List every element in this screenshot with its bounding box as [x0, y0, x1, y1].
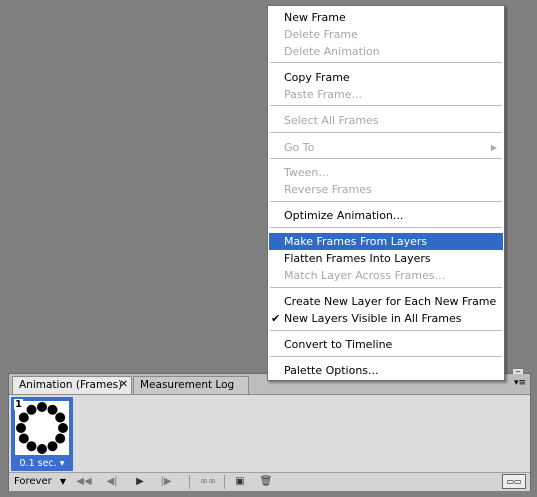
- menu-separator: [270, 158, 502, 159]
- menu-item-select-all-frames[interactable]: Select All Frames: [269, 112, 503, 129]
- animation-panel: ‒ Animation (Frames) ✕ Measurement Log ▾…: [8, 368, 531, 491]
- frame-number: 1: [14, 399, 23, 410]
- menu-item-make-frames-from-layers[interactable]: Make Frames From Layers: [269, 233, 503, 250]
- divider: [224, 475, 225, 489]
- checkmark-icon: ✔: [271, 312, 281, 325]
- panel-controls: Forever ▼ ◀◀ ◀| ▶ |▶ ∞∞ ▣ 🗑 ▭▭: [9, 472, 530, 491]
- next-frame-button[interactable]: |▶: [157, 475, 175, 489]
- new-frame-button[interactable]: ▣: [231, 475, 249, 489]
- menu-item-go-to-label: Go To: [284, 141, 315, 154]
- menu-item-tween[interactable]: Tween...: [269, 164, 503, 181]
- menu-separator: [270, 356, 502, 357]
- chevron-down-icon: ▼: [59, 477, 66, 486]
- chevron-right-icon: ▶: [490, 143, 497, 152]
- tab-animation-frames-label: Animation (Frames): [19, 379, 123, 391]
- chevron-down-icon: ▾: [59, 458, 65, 469]
- frame-delay-value: 0.1 sec.: [19, 458, 57, 469]
- divider: [189, 475, 190, 489]
- play-button[interactable]: ▶: [131, 475, 149, 489]
- menu-separator: [270, 201, 502, 202]
- panel-menu-icon[interactable]: ▾≡: [513, 377, 527, 390]
- spinner-dots-image: [16, 402, 68, 454]
- menu-item-palette-options[interactable]: Palette Options...: [269, 362, 503, 379]
- menu-separator: [270, 62, 502, 63]
- menu-item-match-layer-across-frames[interactable]: Match Layer Across Frames...: [269, 267, 503, 284]
- tab-measurement-log[interactable]: Measurement Log: [133, 376, 249, 394]
- context-menu: New Frame Delete Frame Delete Animation …: [267, 5, 505, 381]
- menu-item-go-to[interactable]: Go To ▶: [269, 139, 503, 156]
- menu-item-delete-frame[interactable]: Delete Frame: [269, 26, 503, 43]
- convert-timeline-icon[interactable]: ▭▭: [502, 474, 526, 489]
- menu-item-reverse-frames[interactable]: Reverse Frames: [269, 181, 503, 198]
- menu-item-create-new-layer-each-frame[interactable]: Create New Layer for Each New Frame: [269, 293, 503, 310]
- menu-item-paste-frame[interactable]: Paste Frame...: [269, 86, 503, 103]
- tab-animation-frames[interactable]: Animation (Frames) ✕: [12, 376, 132, 394]
- close-icon[interactable]: ✕: [120, 379, 128, 390]
- delete-frame-button[interactable]: 🗑: [257, 475, 275, 489]
- menu-separator: [270, 330, 502, 331]
- tab-measurement-log-label: Measurement Log: [140, 379, 235, 391]
- menu-item-new-frame[interactable]: New Frame: [269, 9, 503, 26]
- frames-area: 1 0.1 sec. ▾: [9, 395, 530, 472]
- menu-item-delete-animation[interactable]: Delete Animation: [269, 43, 503, 60]
- loop-select[interactable]: Forever ▼: [11, 474, 69, 489]
- first-frame-button[interactable]: ◀◀: [75, 475, 93, 489]
- menu-separator: [270, 132, 502, 133]
- menu-item-new-layers-visible[interactable]: ✔ New Layers Visible in All Frames: [269, 310, 503, 327]
- menu-item-optimize-animation[interactable]: Optimize Animation...: [269, 207, 503, 224]
- previous-frame-button[interactable]: ◀|: [103, 475, 121, 489]
- tween-button[interactable]: ∞∞: [199, 475, 217, 489]
- frame-preview-image: [15, 401, 69, 455]
- loop-select-value: Forever: [14, 476, 52, 487]
- frame-delay[interactable]: 0.1 sec. ▾: [11, 458, 73, 469]
- menu-separator: [270, 105, 502, 106]
- menu-item-flatten-frames-into-layers[interactable]: Flatten Frames Into Layers: [269, 250, 503, 267]
- frame-thumbnail[interactable]: 1 0.1 sec. ▾: [11, 397, 73, 471]
- menu-item-copy-frame[interactable]: Copy Frame: [269, 69, 503, 86]
- menu-separator: [270, 287, 502, 288]
- menu-item-convert-to-timeline[interactable]: Convert to Timeline: [269, 336, 503, 353]
- menu-item-new-layers-visible-label: New Layers Visible in All Frames: [284, 312, 462, 325]
- menu-separator: [270, 227, 502, 228]
